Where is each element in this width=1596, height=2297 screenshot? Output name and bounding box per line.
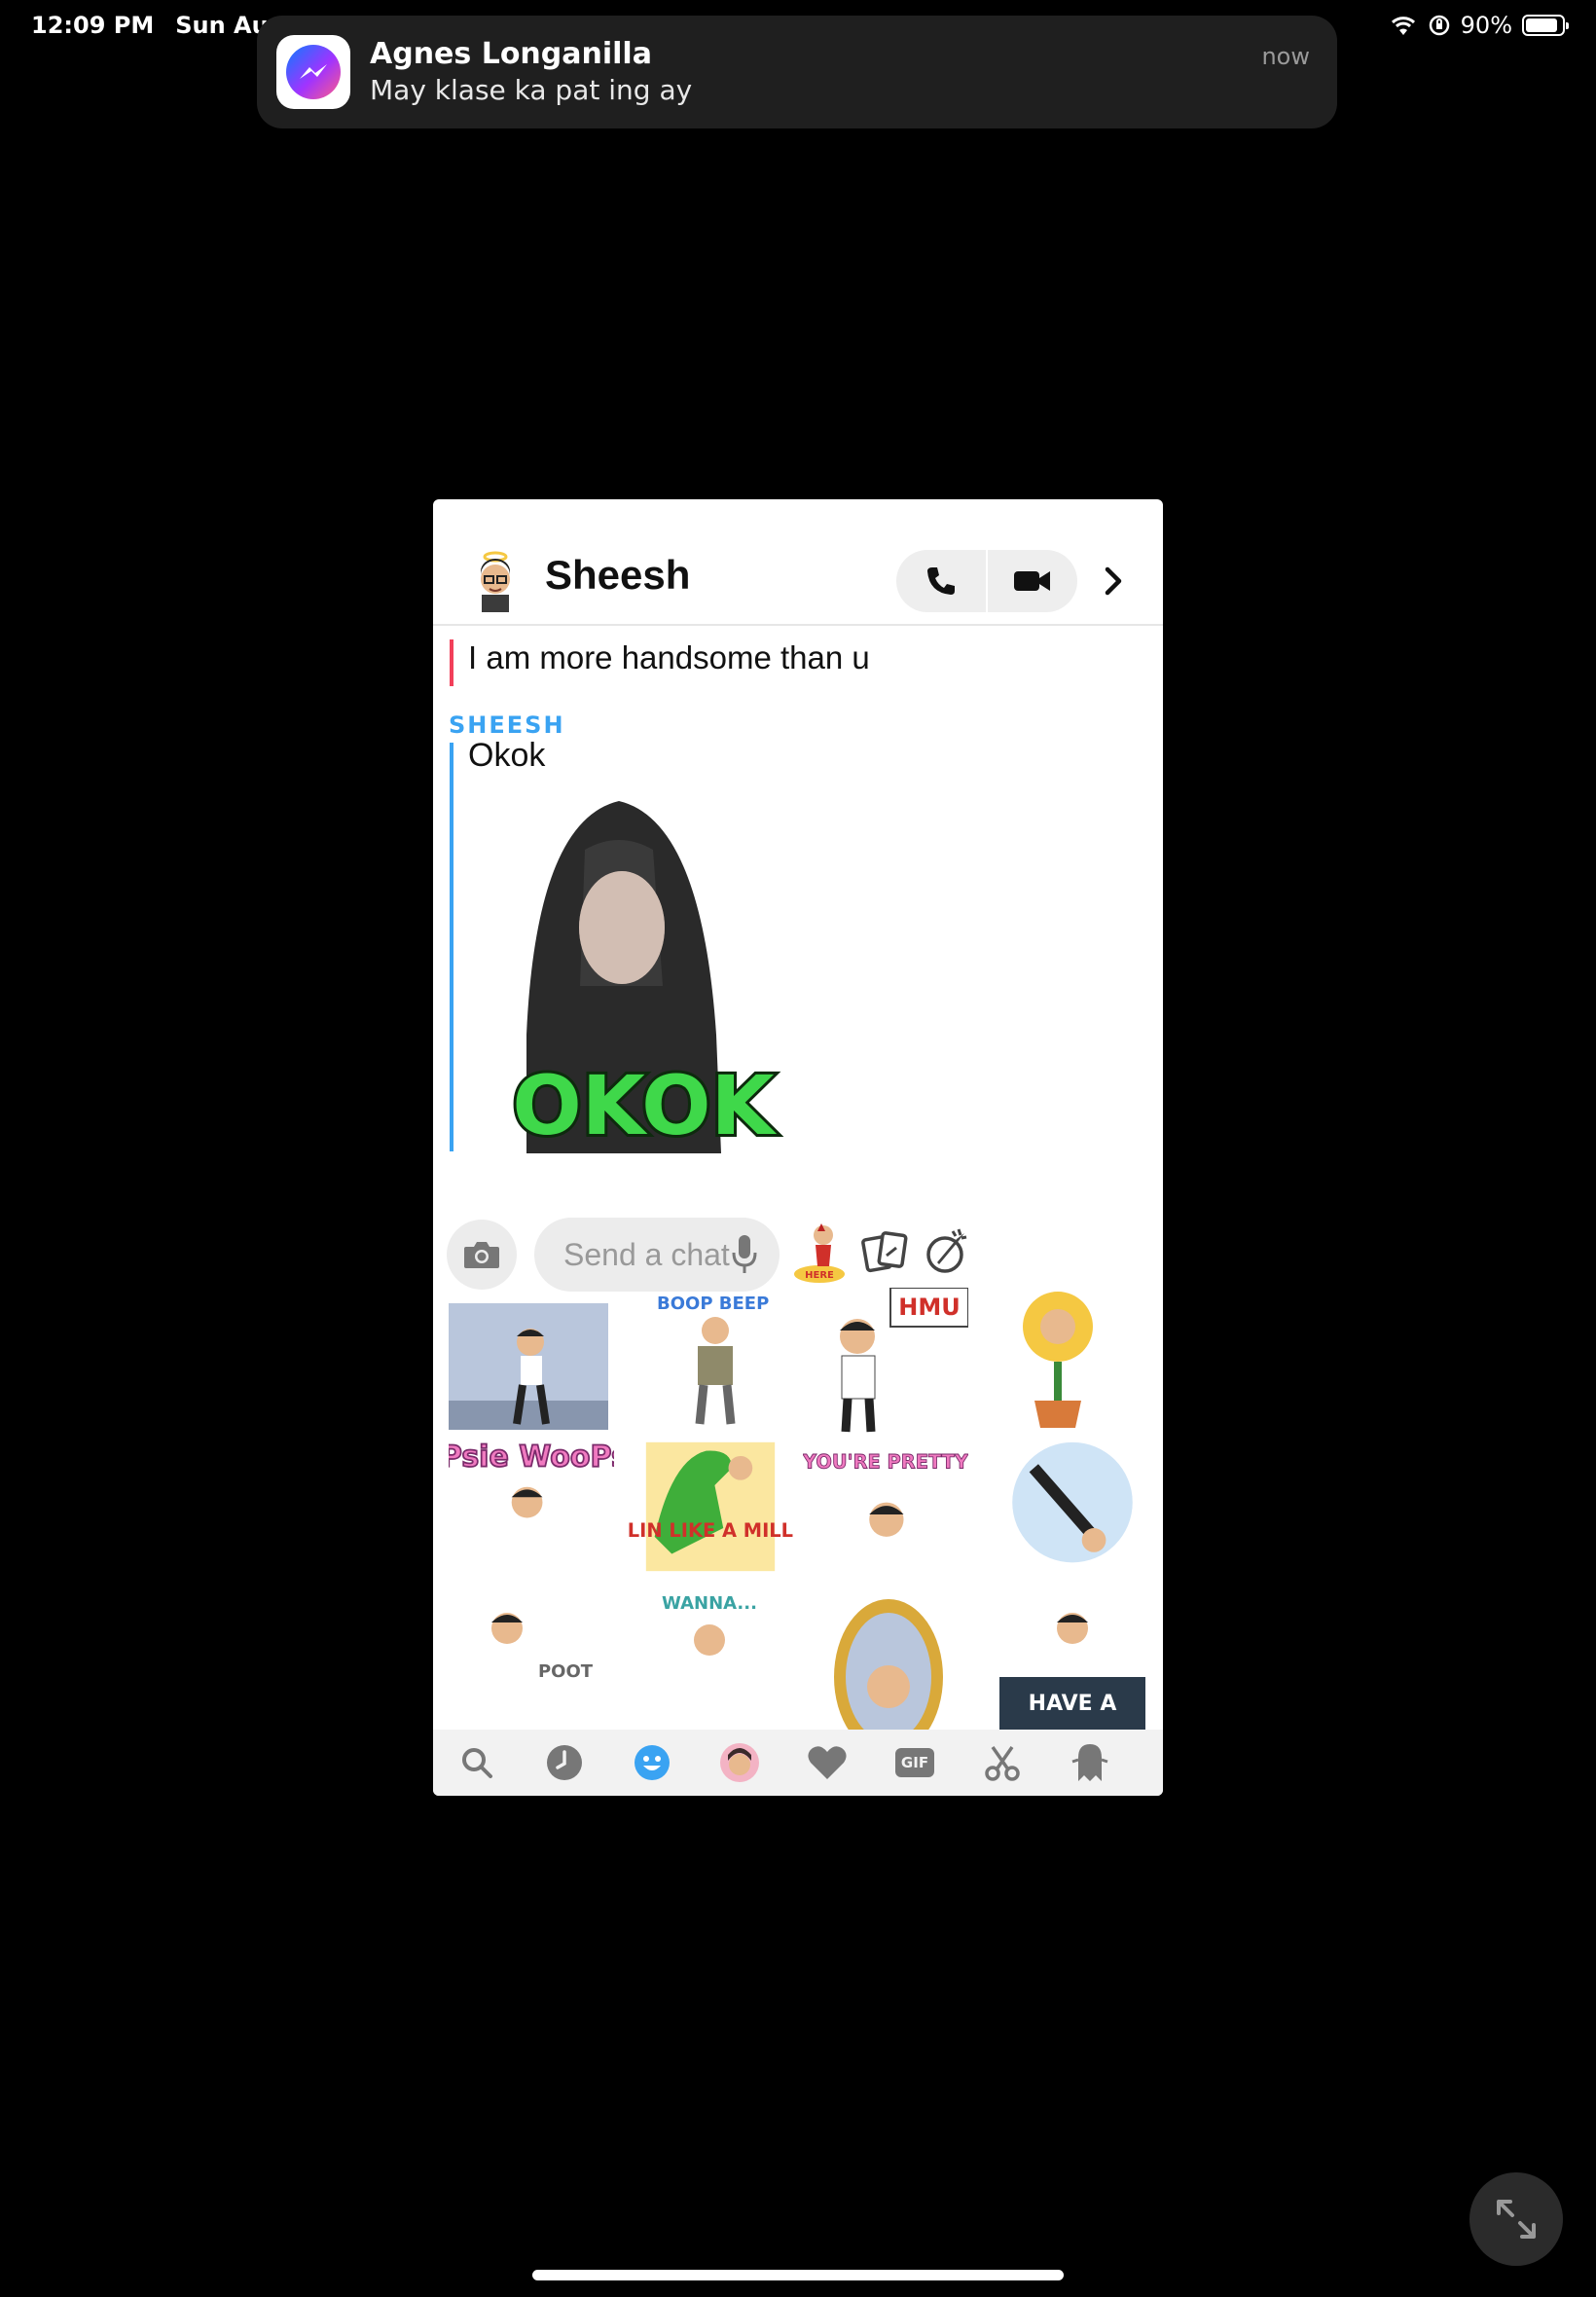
sticker-label: BOOP BEEP — [657, 1294, 769, 1314]
microphone-icon[interactable] — [731, 1233, 758, 1276]
sticker-cell[interactable]: FEELIN LIKE A MILLION — [628, 1434, 793, 1580]
cards-button[interactable] — [855, 1220, 916, 1284]
expand-icon — [1497, 2200, 1536, 2239]
sticker-grid[interactable]: BOOP BEEP HMU OoPsie WooPsie FEELIN LIKE… — [433, 1288, 1163, 1741]
sticker-cell[interactable]: YOU'RE PRETTY — [803, 1434, 968, 1580]
chat-window: Sheesh I am more handsome than u SHEESH … — [433, 499, 1163, 1796]
chat-title[interactable]: Sheesh — [545, 552, 690, 599]
avatar[interactable] — [468, 550, 523, 612]
chat-input[interactable]: Send a chat — [534, 1218, 780, 1292]
orientation-lock-icon — [1429, 15, 1449, 36]
notification-time: now — [1261, 43, 1310, 70]
sticker-label: HAVE A — [1029, 1692, 1117, 1716]
tab-scissors[interactable] — [959, 1730, 1046, 1796]
okok-sticker[interactable]: OKOK — [497, 791, 789, 1153]
voice-call-button[interactable] — [896, 550, 986, 612]
bitmoji-game-icon: HERE — [794, 1223, 845, 1283]
search-icon — [462, 1748, 492, 1778]
phone-icon — [927, 567, 955, 595]
sticker-cell[interactable]: POOT — [449, 1589, 614, 1735]
heart-icon — [808, 1746, 847, 1779]
message-list[interactable]: I am more handsome than u SHEESH Okok OK… — [433, 626, 1163, 1198]
expand-button[interactable] — [1469, 2172, 1563, 2266]
sticker-label: WANNA... — [662, 1593, 757, 1614]
bitmoji-game-button[interactable]: HERE — [789, 1220, 850, 1284]
sticker-text: OKOK — [512, 1058, 777, 1153]
sticker-label: FEELIN LIKE A MILLION — [628, 1519, 793, 1542]
sticker-cell[interactable] — [803, 1589, 968, 1735]
tab-search[interactable] — [433, 1730, 521, 1796]
camera-button[interactable] — [447, 1220, 517, 1290]
tab-bitmoji[interactable] — [696, 1730, 783, 1796]
recent-icon — [547, 1745, 582, 1780]
sticker-cell[interactable]: WANNA... — [628, 1589, 793, 1735]
tab-emoji[interactable] — [608, 1730, 696, 1796]
sticker-cell[interactable]: HMU — [803, 1288, 968, 1434]
cards-icon — [861, 1231, 908, 1273]
tab-gif[interactable]: GIF — [871, 1730, 959, 1796]
friend-message: Okok — [468, 737, 546, 774]
friend-message-bar — [450, 743, 453, 1151]
my-message: I am more handsome than u — [468, 639, 870, 675]
sender-label: SHEESH — [449, 711, 565, 739]
messenger-icon — [276, 35, 350, 109]
svg-text:HERE: HERE — [805, 1270, 834, 1281]
camera-icon — [464, 1242, 499, 1268]
battery-percent: 90% — [1460, 12, 1512, 39]
video-call-button[interactable] — [988, 550, 1077, 612]
emoji-icon — [635, 1745, 670, 1780]
tab-ghost[interactable] — [1046, 1730, 1134, 1796]
my-message-bar — [450, 639, 453, 686]
games-launch-button[interactable] — [916, 1220, 976, 1284]
sticker-cell[interactable] — [449, 1303, 608, 1430]
scissors-icon — [985, 1746, 1020, 1781]
status-time: 12:09 PM — [31, 12, 155, 39]
chat-input-placeholder: Send a chat — [563, 1237, 730, 1272]
rocket-icon — [926, 1228, 967, 1273]
tab-recent[interactable] — [521, 1730, 608, 1796]
tab-favorites[interactable] — [783, 1730, 871, 1796]
sticker-label: OoPsie WooPsie — [449, 1440, 614, 1475]
chat-header: Sheesh — [433, 499, 1163, 626]
call-buttons — [896, 550, 1077, 612]
notification-banner[interactable]: Agnes Longanilla May klase ka pat ing ay… — [257, 16, 1337, 128]
sticker-cell[interactable]: OoPsie WooPsie — [449, 1434, 614, 1580]
sticker-cell[interactable] — [990, 1288, 1155, 1434]
sticker-label: POOT — [538, 1661, 594, 1682]
sticker-cell[interactable]: HAVE A — [990, 1589, 1155, 1735]
bitmoji-icon — [720, 1743, 759, 1782]
notification-body: May klase ka pat ing ay — [370, 74, 693, 106]
sticker-cell[interactable] — [990, 1434, 1155, 1580]
sticker-label: HMU — [898, 1294, 960, 1321]
gif-icon: GIF — [895, 1748, 934, 1777]
gif-label: GIF — [900, 1754, 929, 1771]
chevron-right-icon[interactable] — [1097, 564, 1130, 599]
sticker-label: YOU'RE PRETTY — [803, 1450, 968, 1473]
notification-title: Agnes Longanilla — [370, 37, 652, 71]
ghost-icon — [1071, 1744, 1108, 1781]
battery-icon — [1522, 15, 1569, 36]
sticker-cell[interactable]: BOOP BEEP — [628, 1288, 793, 1434]
wifi-icon — [1391, 17, 1415, 35]
home-indicator[interactable] — [532, 2270, 1064, 2280]
video-camera-icon — [1014, 571, 1050, 591]
sticker-tabs: GIF — [433, 1730, 1163, 1796]
